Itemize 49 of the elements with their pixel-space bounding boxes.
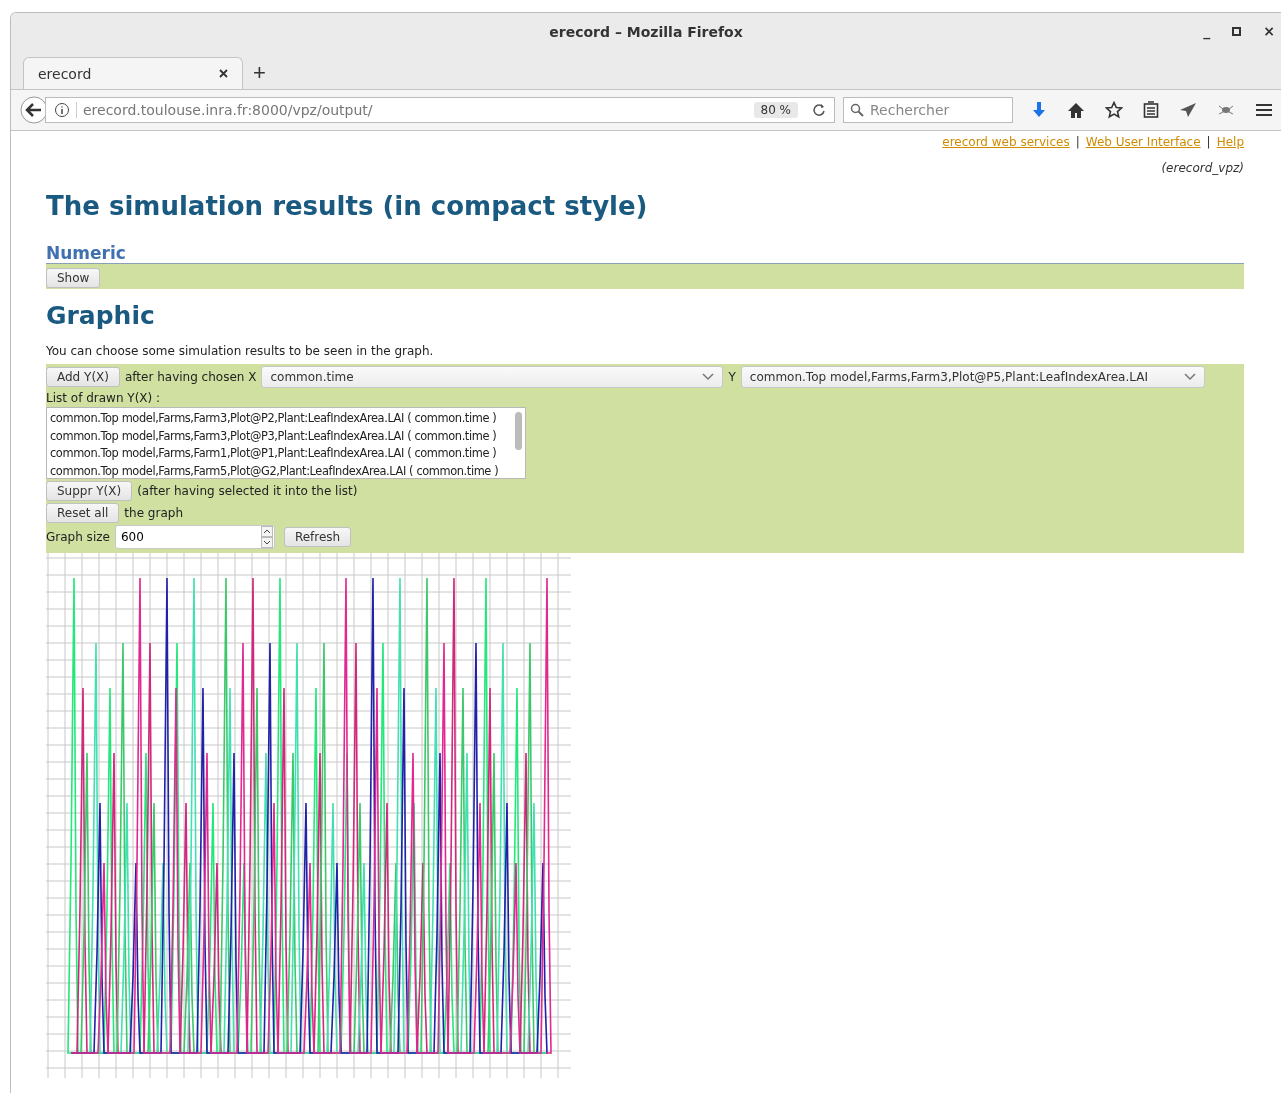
series-list[interactable] (46, 407, 526, 479)
download-icon[interactable] (1031, 101, 1047, 119)
x-label: after having chosen X (124, 370, 257, 384)
browser-tab[interactable]: erecord (23, 57, 243, 89)
reader-icon[interactable] (1143, 101, 1159, 119)
section-heading: Graphic (46, 301, 156, 330)
maximize-icon[interactable] (1232, 26, 1242, 36)
zoom-badge[interactable]: 80 % (753, 102, 798, 118)
search-field[interactable]: Rechercher (843, 97, 1013, 123)
x-select[interactable]: common.time (261, 366, 724, 388)
size-field[interactable]: 600 (114, 525, 275, 549)
y-label: Y (728, 370, 736, 384)
url-text[interactable]: erecord.toulouse.inra.fr:8000/vpz/output/ (76, 102, 748, 118)
intro-text: You can choose some simulation results to be seen in the graph. (46, 344, 435, 358)
refresh-button[interactable]: Refresh (283, 527, 352, 547)
close-button[interactable]: × (1263, 23, 1275, 39)
show-button[interactable]: Show (46, 268, 101, 288)
size-label: Graph size (46, 530, 110, 544)
list-item[interactable]: common.Top model,Farms,Farm5,Plot@G2,Plant:LeafIndexArea.LAI ( common.time ) (50, 462, 499, 480)
spinner-icon[interactable] (260, 526, 273, 548)
window-title: erecord – Mozilla Firefox (549, 24, 743, 40)
section-heading: Numeric (46, 243, 126, 263)
link-separator: | (1206, 135, 1211, 149)
reload-icon[interactable] (812, 103, 826, 117)
star-icon[interactable] (1105, 101, 1123, 119)
list-item[interactable]: common.Top model,Farms,Farm3,Plot@P2,Plant:LeafIndexArea.LAI ( common.time ) (50, 410, 499, 428)
list-item[interactable]: common.Top model,Farms,Farm3,Plot@P3,Plant:LeafIndexArea.LAI ( common.time ) (50, 427, 499, 445)
suppr-note: (after having selected it into the list) (137, 484, 358, 498)
suppr-button[interactable]: Suppr Y(X) (46, 481, 133, 501)
new-tab-button[interactable]: + (249, 61, 270, 85)
list-label: List of drawn Y(X) : (46, 391, 162, 405)
scrollbar-thumb[interactable] (515, 412, 522, 450)
send-icon[interactable] (1179, 102, 1197, 118)
app-name: (erecord_vpz) (1161, 161, 1244, 175)
reset-button[interactable]: Reset all (46, 503, 120, 523)
info-icon[interactable] (54, 102, 70, 118)
list-item[interactable]: common.Top model,Farms,Farm1,Plot@P1,Plant:LeafIndexArea.LAI ( common.time ) (50, 445, 499, 463)
y-select[interactable]: common.Top model,Farms,Farm3,Plot@P5,Plant:LeafIndexArea.LAI (740, 366, 1205, 388)
chevron-icon (1183, 373, 1196, 381)
add-button[interactable]: Add Y(X) (46, 367, 120, 387)
minimize-button[interactable]: _ (1203, 23, 1211, 39)
chevron-icon (702, 373, 715, 381)
home-icon[interactable] (1067, 101, 1085, 119)
bug-icon[interactable] (1217, 103, 1235, 117)
link-separator: | (1075, 135, 1080, 149)
menu-icon[interactable] (1255, 103, 1273, 117)
close-icon[interactable] (219, 69, 228, 78)
page-heading: The simulation results (in compact style) (46, 191, 649, 221)
reset-note: the graph (124, 506, 183, 520)
